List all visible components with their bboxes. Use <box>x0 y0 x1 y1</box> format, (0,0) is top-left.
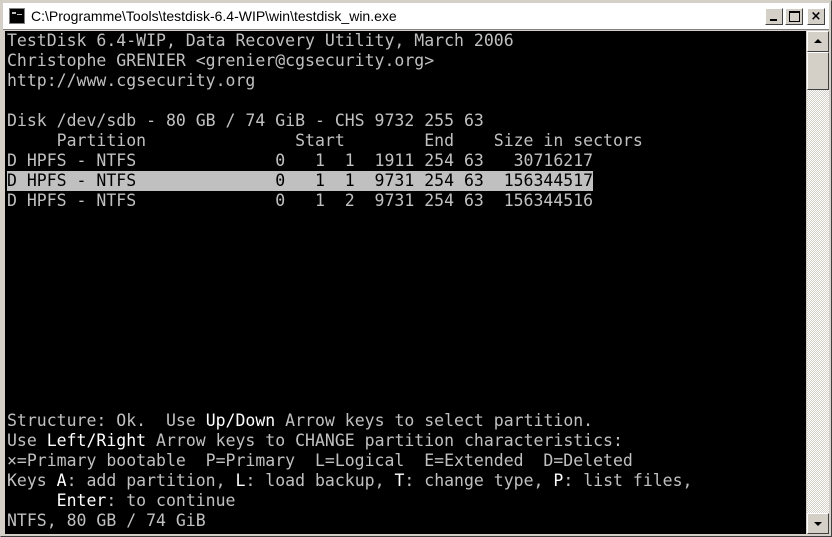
window-title: C:\Programme\Tools\testdisk-6.4-WIP\win\… <box>31 8 397 24</box>
key-l: L <box>235 471 246 490</box>
key-l-text: : load backup, <box>245 471 395 490</box>
partition-row[interactable]: D HPFS - NTFS 0 1 1 1911 254 63 30716217 <box>7 151 593 171</box>
close-button[interactable]: × <box>807 8 825 25</box>
enter-key: Enter <box>56 491 107 510</box>
key-t-text: : change type, <box>404 471 554 490</box>
keys-hint-line: Keys A: add partition, L: load backup, T… <box>7 471 692 491</box>
header-author-line: Christophe GRENIER <grenier@cgsecurity.o… <box>7 51 435 70</box>
use-text-end: Arrow keys to CHANGE partition character… <box>146 431 623 450</box>
scroll-thumb[interactable] <box>807 52 829 90</box>
enter-hint-line: Enter: to continue <box>7 491 236 511</box>
scroll-up-button[interactable] <box>807 31 829 52</box>
key-p: P <box>553 471 564 490</box>
close-icon: × <box>810 9 822 24</box>
key-p-text: : list files, <box>563 471 693 490</box>
maximize-button[interactable] <box>785 8 803 25</box>
key-t: T <box>394 471 405 490</box>
up-down-key: Up/Down <box>205 411 276 430</box>
enter-indent <box>7 491 57 510</box>
key-a-text: : add partition, <box>66 471 236 490</box>
structure-status-line: Structure: Ok. Use Up/Down Arrow keys to… <box>7 411 593 431</box>
header-title-line: TestDisk 6.4-WIP, Data Recovery Utility,… <box>7 31 514 50</box>
structure-text-end: Arrow keys to select partition. <box>275 411 594 430</box>
vertical-scrollbar[interactable] <box>807 31 829 534</box>
disk-info-line: Disk /dev/sdb - 80 GB / 74 GiB - CHS 973… <box>7 111 484 130</box>
left-right-hint-line: Use Left/Right Arrow keys to CHANGE part… <box>7 431 623 451</box>
partition-row[interactable]: D HPFS - NTFS 0 1 2 9731 254 63 15634451… <box>7 191 593 211</box>
title-bar[interactable]: C:\Programme\Tools\testdisk-6.4-WIP\win\… <box>3 3 829 30</box>
header-url-line: http://www.cgsecurity.org <box>7 71 256 90</box>
structure-text: Structure: Ok. Use <box>7 411 206 430</box>
selected-partition-status: NTFS, 80 GB / 74 GiB <box>7 511 206 530</box>
partition-row-selected[interactable]: D HPFS - NTFS 0 1 1 9731 254 63 15634451… <box>7 171 594 191</box>
keys-text: Keys <box>7 471 57 490</box>
console-app-icon[interactable] <box>9 8 25 24</box>
console-output[interactable]: TestDisk 6.4-WIP, Data Recovery Utility,… <box>5 31 806 534</box>
left-right-key: Left/Right <box>46 431 147 450</box>
console-window: C:\Programme\Tools\testdisk-6.4-WIP\win\… <box>0 0 832 537</box>
use-text: Use <box>7 431 47 450</box>
enter-text: : to continue <box>106 491 236 510</box>
partition-type-legend: ×=Primary bootable P=Primary L=Logical E… <box>7 451 633 470</box>
partition-table-header: Partition Start End Size in sectors <box>7 131 643 150</box>
scroll-down-button[interactable] <box>807 513 829 534</box>
key-a: A <box>56 471 67 490</box>
minimize-button[interactable] <box>765 8 783 25</box>
